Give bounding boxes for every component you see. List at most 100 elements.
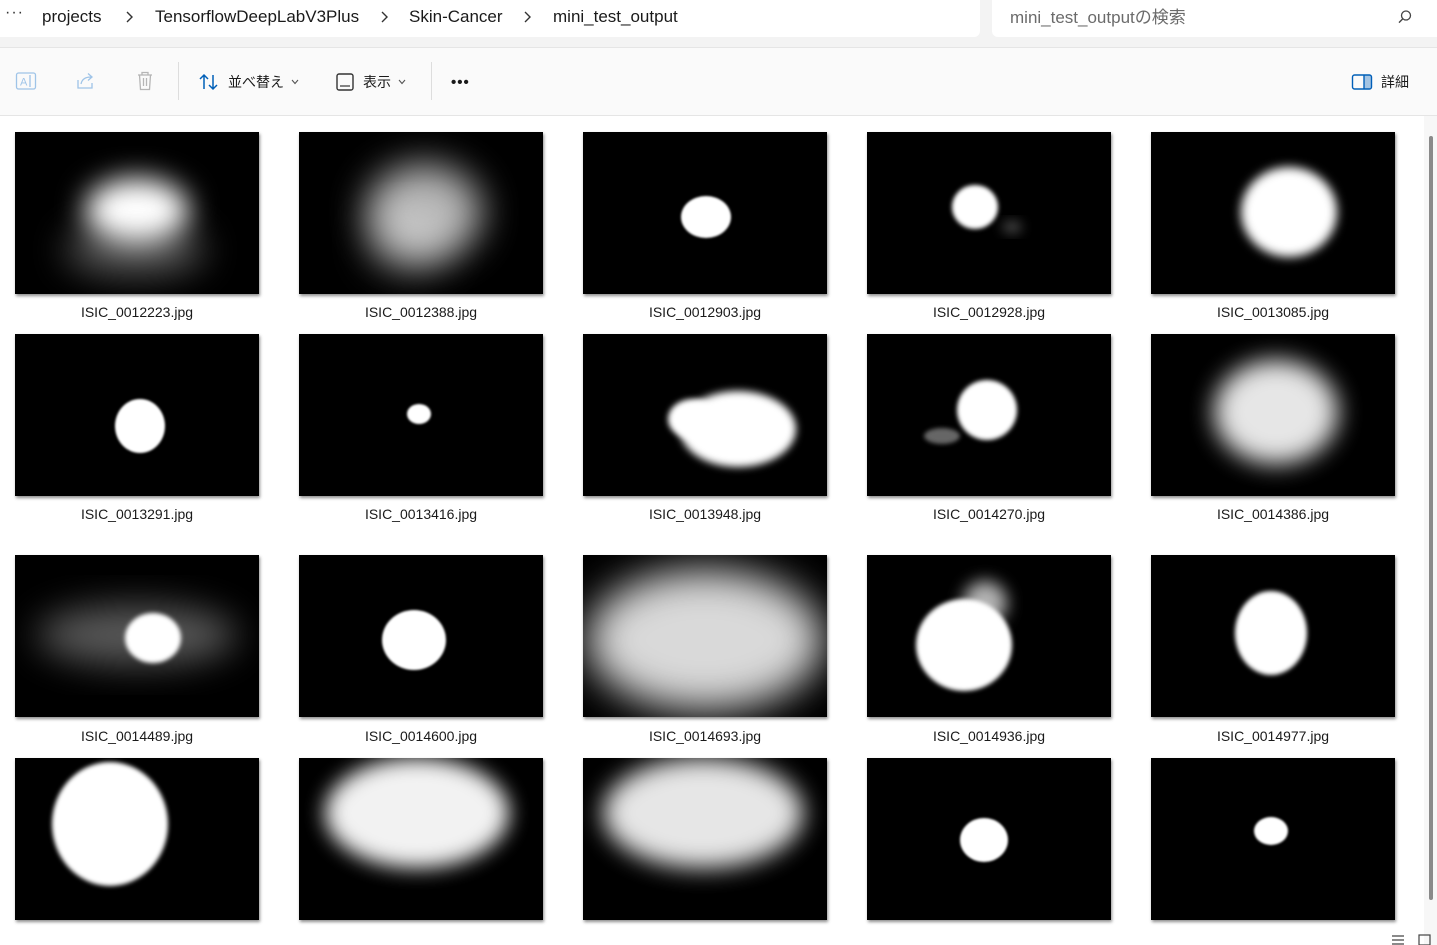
view-toggle-icons[interactable] (1389, 931, 1435, 945)
chevron-down-icon (291, 79, 299, 85)
file-tile[interactable]: ISIC_0012388.jpg (299, 132, 543, 320)
search-input[interactable] (1010, 8, 1370, 28)
vertical-scrollbar[interactable] (1424, 116, 1437, 945)
file-grid: ISIC_0012223.jpg ISIC_0012388.jpg ISIC_001… (0, 116, 1424, 945)
sort-button[interactable]: 並べ替え (198, 68, 307, 96)
file-tile[interactable]: ISIC_0013948.jpg (583, 334, 827, 522)
segmentation-mask-shape (37, 605, 237, 665)
file-tile[interactable] (583, 758, 827, 920)
file-tile[interactable] (15, 758, 259, 920)
file-name-label: ISIC_0014977.jpg (1216, 728, 1330, 744)
image-thumbnail[interactable] (583, 758, 827, 920)
file-name-label: ISIC_0014270.jpg (932, 506, 1046, 522)
image-thumbnail[interactable] (583, 132, 827, 294)
file-tile[interactable]: ISIC_0014936.jpg (867, 555, 1111, 744)
image-thumbnail[interactable] (1151, 334, 1395, 496)
image-thumbnail[interactable] (15, 334, 259, 496)
view-icon (336, 73, 354, 91)
image-thumbnail[interactable] (299, 132, 543, 294)
address-bar: ··· projects TensorflowDeepLabV3Plus Ski… (0, 0, 1437, 48)
svg-text:A: A (20, 77, 28, 89)
image-thumbnail[interactable] (867, 334, 1111, 496)
chevron-right-icon[interactable] (378, 8, 392, 26)
segmentation-mask-shape (1241, 167, 1337, 257)
image-thumbnail[interactable] (583, 555, 827, 717)
file-name-label: ISIC_0013948.jpg (648, 506, 762, 522)
file-tile[interactable]: ISIC_0014977.jpg (1151, 555, 1395, 744)
segmentation-mask-shape (325, 758, 509, 868)
segmentation-mask-shape (407, 404, 431, 424)
rename-icon[interactable]: A (15, 70, 37, 92)
file-tile[interactable]: ISIC_0012903.jpg (583, 132, 827, 320)
breadcrumb-item-skin-cancer[interactable]: Skin-Cancer (409, 7, 503, 27)
segmentation-mask-shape (587, 570, 823, 710)
details-pane-icon (1351, 74, 1373, 90)
more-options-button[interactable]: ••• (451, 68, 470, 96)
details-label: 詳細 (1381, 74, 1409, 90)
more-crumbs-button[interactable]: ··· (5, 4, 24, 22)
segmentation-mask-shape (957, 380, 1017, 440)
segmentation-mask-shape (952, 185, 998, 229)
file-name-label: ISIC_0014386.jpg (1216, 506, 1330, 522)
image-thumbnail[interactable] (1151, 132, 1395, 294)
file-tile[interactable] (867, 758, 1111, 920)
trash-icon[interactable] (135, 70, 155, 92)
scrollbar-thumb[interactable] (1429, 136, 1433, 900)
breadcrumb[interactable]: ··· projects TensorflowDeepLabV3Plus Ski… (0, 0, 980, 37)
image-thumbnail[interactable] (867, 555, 1111, 717)
chevron-right-icon[interactable] (123, 8, 137, 26)
file-name-label: ISIC_0012903.jpg (648, 304, 762, 320)
file-name-label: ISIC_0012388.jpg (364, 304, 478, 320)
search-box[interactable] (992, 0, 1437, 37)
image-thumbnail[interactable] (867, 132, 1111, 294)
image-thumbnail[interactable] (1151, 555, 1395, 717)
file-tile[interactable]: ISIC_0012928.jpg (867, 132, 1111, 320)
file-tile[interactable] (299, 758, 543, 920)
image-thumbnail[interactable] (1151, 758, 1395, 920)
image-thumbnail[interactable] (299, 555, 543, 717)
file-tile[interactable] (1151, 758, 1395, 920)
file-tile[interactable]: ISIC_0013416.jpg (299, 334, 543, 522)
details-button[interactable]: 詳細 (1351, 68, 1409, 96)
segmentation-mask-shape (668, 399, 718, 439)
segmentation-mask-shape (382, 610, 446, 670)
image-thumbnail[interactable] (15, 758, 259, 920)
view-button[interactable]: 表示 (335, 68, 414, 96)
file-tile[interactable]: ISIC_0014386.jpg (1151, 334, 1395, 522)
file-name-label: ISIC_0013085.jpg (1216, 304, 1330, 320)
breadcrumb-item-tensorflowdeeplabv3plus[interactable]: TensorflowDeepLabV3Plus (155, 7, 359, 27)
file-name-label: ISIC_0014489.jpg (80, 728, 194, 744)
command-bar: A 並べ替え 表示 ••• 詳細 (0, 48, 1437, 116)
file-tile[interactable]: ISIC_0014270.jpg (867, 334, 1111, 522)
breadcrumb-item-mini-test-output[interactable]: mini_test_output (553, 7, 678, 27)
file-tile[interactable]: ISIC_0014489.jpg (15, 555, 259, 744)
file-tile[interactable]: ISIC_0013085.jpg (1151, 132, 1395, 320)
sort-label: 並べ替え (228, 74, 284, 90)
image-thumbnail[interactable] (299, 758, 543, 920)
file-name-label: ISIC_0012928.jpg (932, 304, 1046, 320)
image-thumbnail[interactable] (867, 758, 1111, 920)
file-tile[interactable]: ISIC_0014600.jpg (299, 555, 543, 744)
chevron-right-icon[interactable] (521, 8, 535, 26)
image-thumbnail[interactable] (15, 132, 259, 294)
share-icon[interactable] (75, 70, 97, 92)
sort-icon (199, 73, 218, 91)
segmentation-mask-shape (963, 581, 1007, 625)
segmentation-mask-shape (1235, 591, 1307, 675)
image-thumbnail[interactable] (15, 555, 259, 717)
image-thumbnail[interactable] (583, 334, 827, 496)
file-name-label: ISIC_0012223.jpg (80, 304, 194, 320)
search-icon[interactable] (1397, 9, 1413, 25)
segmentation-mask-shape (65, 225, 205, 275)
segmentation-mask-shape (115, 399, 165, 453)
file-tile[interactable]: ISIC_0013291.jpg (15, 334, 259, 522)
chevron-down-icon (398, 79, 406, 85)
image-thumbnail[interactable] (299, 334, 543, 496)
breadcrumb-item-projects[interactable]: projects (42, 7, 102, 27)
toolbar-separator (178, 62, 179, 100)
file-tile[interactable]: ISIC_0014693.jpg (583, 555, 827, 744)
segmentation-mask-shape (369, 212, 449, 272)
file-tile[interactable]: ISIC_0012223.jpg (15, 132, 259, 320)
file-name-label: ISIC_0014693.jpg (648, 728, 762, 744)
file-name-label: ISIC_0014600.jpg (364, 728, 478, 744)
